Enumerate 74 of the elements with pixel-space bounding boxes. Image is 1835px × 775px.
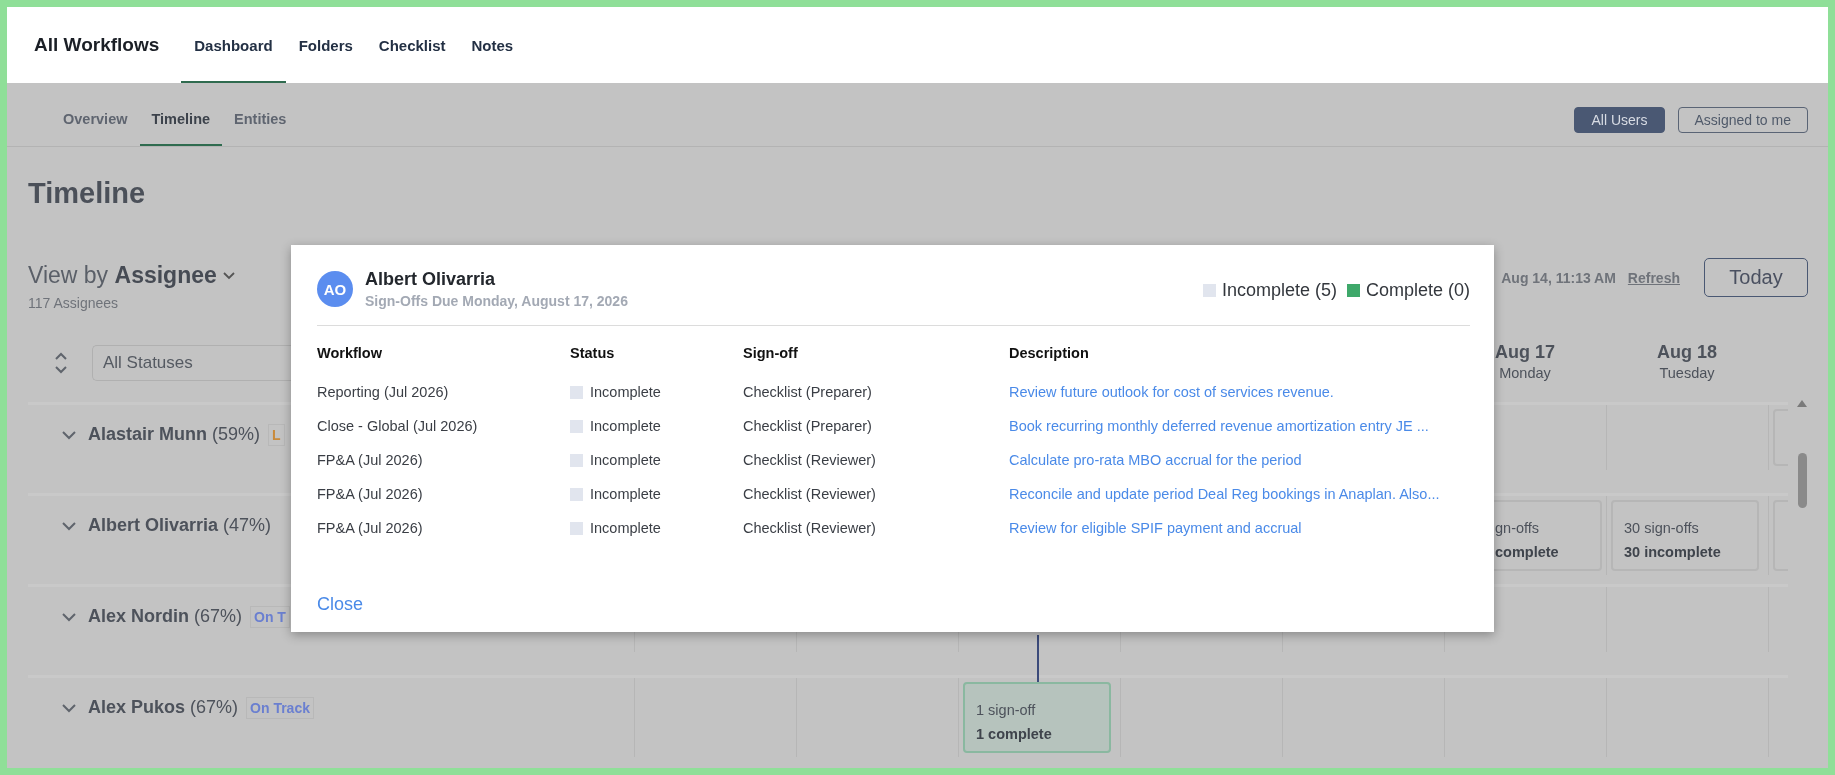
description-link[interactable]: Review for eligible SPIF payment and accrual bbox=[1009, 520, 1302, 536]
chevron-down-icon[interactable] bbox=[62, 613, 76, 622]
caret-icon bbox=[222, 271, 235, 280]
sort-icon[interactable] bbox=[54, 351, 68, 374]
description-link[interactable]: Book recurring monthly deferred revenue amortization entry JE ... bbox=[1009, 418, 1429, 434]
nav-tab[interactable]: Checklist bbox=[365, 9, 459, 83]
page-title: Timeline bbox=[28, 177, 147, 211]
sign-off-cell-text: Checklist (Preparer) bbox=[743, 417, 873, 435]
column-header: Workflow bbox=[317, 345, 383, 361]
nav-tab[interactable]: Dashboard bbox=[181, 9, 286, 83]
user-filter-button[interactable]: All Users bbox=[1574, 106, 1665, 133]
chevron-down-icon[interactable] bbox=[62, 522, 76, 531]
description-link[interactable]: Calculate pro-rata MBO accrual for the period bbox=[1009, 452, 1302, 468]
status-badge: L bbox=[268, 424, 285, 446]
description-link[interactable]: Review future outlook for cost of services revenue. bbox=[1009, 384, 1334, 400]
sign-off-card[interactable]: 30 sign-offs 30 incomplete bbox=[1611, 500, 1759, 571]
description-link[interactable]: Reconcile and update period Deal Reg bookings in Anaplan. Also... bbox=[1009, 486, 1440, 502]
chevron-down-icon[interactable] bbox=[62, 704, 76, 713]
status-text: Incomplete bbox=[590, 384, 661, 400]
sign-off-summary: 1 complete bbox=[976, 726, 1053, 742]
scrollbar-thumb[interactable] bbox=[1797, 453, 1807, 508]
weekday-label: Tuesday bbox=[1659, 365, 1715, 381]
status-text: Incomplete bbox=[590, 486, 661, 502]
nav-tab[interactable]: Notes bbox=[458, 9, 527, 83]
workflow-cell-text: FP&A (Jul 2026) bbox=[317, 485, 424, 503]
today-button[interactable]: Today bbox=[1704, 258, 1808, 297]
last-updated-time: Aug 14, 11:13 AM bbox=[1501, 269, 1616, 286]
sign-off-card[interactable]: 1 sign-off 1 complete bbox=[963, 682, 1111, 753]
status-text: Incomplete bbox=[590, 418, 661, 434]
status-filter-select[interactable]: All Statuses bbox=[92, 344, 291, 381]
status-badge: On T bbox=[250, 606, 290, 628]
view-by-dropdown[interactable]: View by Assignee bbox=[28, 262, 235, 289]
scroll-up-icon[interactable] bbox=[1797, 400, 1807, 407]
workflow-cell-text: FP&A (Jul 2026) bbox=[317, 451, 424, 469]
user-filter-button[interactable]: Assigned to me bbox=[1677, 106, 1808, 133]
sub-tab[interactable]: Entities bbox=[222, 83, 299, 146]
column-header: Status bbox=[570, 345, 616, 361]
assignee-name: Albert Olivarria bbox=[365, 269, 497, 290]
sign-off-count: gn-offs bbox=[1495, 520, 1541, 536]
assignee-name: Alex Pukos (67%) bbox=[88, 697, 239, 718]
sign-off-count: 30 sign-offs bbox=[1624, 520, 1700, 536]
assignee-name: Alastair Munn (59%) bbox=[88, 424, 261, 445]
sign-off-cell-text: Checklist (Reviewer) bbox=[743, 485, 877, 503]
sign-off-summary: complete bbox=[1495, 544, 1560, 560]
workflow-cell-text: Reporting (Jul 2026) bbox=[317, 383, 450, 401]
weekday-label: Monday bbox=[1499, 365, 1551, 381]
nav-tab[interactable]: Folders bbox=[285, 9, 366, 83]
workflow-cell-text: Close - Global (Jul 2026) bbox=[317, 417, 479, 435]
due-date-subtitle: Sign-Offs Due Monday, August 17, 2026 bbox=[365, 293, 628, 309]
assignee-count: 117 Assignees bbox=[28, 295, 120, 311]
date-heading: Aug 18 bbox=[1657, 342, 1717, 363]
date-heading: Aug 17 bbox=[1495, 342, 1555, 363]
sub-tab[interactable]: Overview bbox=[51, 83, 140, 146]
close-link[interactable]: Close bbox=[317, 594, 364, 615]
sign-off-cell-text: Checklist (Reviewer) bbox=[743, 519, 877, 537]
legend-label: Incomplete (5) bbox=[1221, 280, 1337, 301]
chevron-down-icon[interactable] bbox=[62, 431, 76, 440]
sign-off-cell-text: Checklist (Preparer) bbox=[743, 383, 873, 401]
refresh-link[interactable]: Refresh bbox=[1627, 269, 1680, 286]
legend-label: Complete (0) bbox=[1365, 280, 1470, 301]
status-text: Incomplete bbox=[590, 452, 661, 468]
app-title: All Workflows bbox=[34, 34, 160, 56]
avatar: AO bbox=[317, 271, 353, 307]
workflow-cell-text: FP&A (Jul 2026) bbox=[317, 519, 424, 537]
status-badge: On Track bbox=[246, 697, 314, 719]
sign-off-cell-text: Checklist (Reviewer) bbox=[743, 451, 877, 469]
sign-off-count: 1 sign-off bbox=[976, 702, 1037, 718]
assignee-name: Alex Nordin (67%) bbox=[88, 606, 243, 627]
assignee-name: Albert Olivarria (47%) bbox=[88, 515, 272, 536]
sign-off-summary: 30 incomplete bbox=[1624, 544, 1722, 560]
column-header: Sign-off bbox=[743, 345, 799, 361]
column-header: Description bbox=[1009, 345, 1090, 361]
status-text: Incomplete bbox=[590, 520, 661, 536]
sub-tab[interactable]: Timeline bbox=[139, 83, 223, 146]
